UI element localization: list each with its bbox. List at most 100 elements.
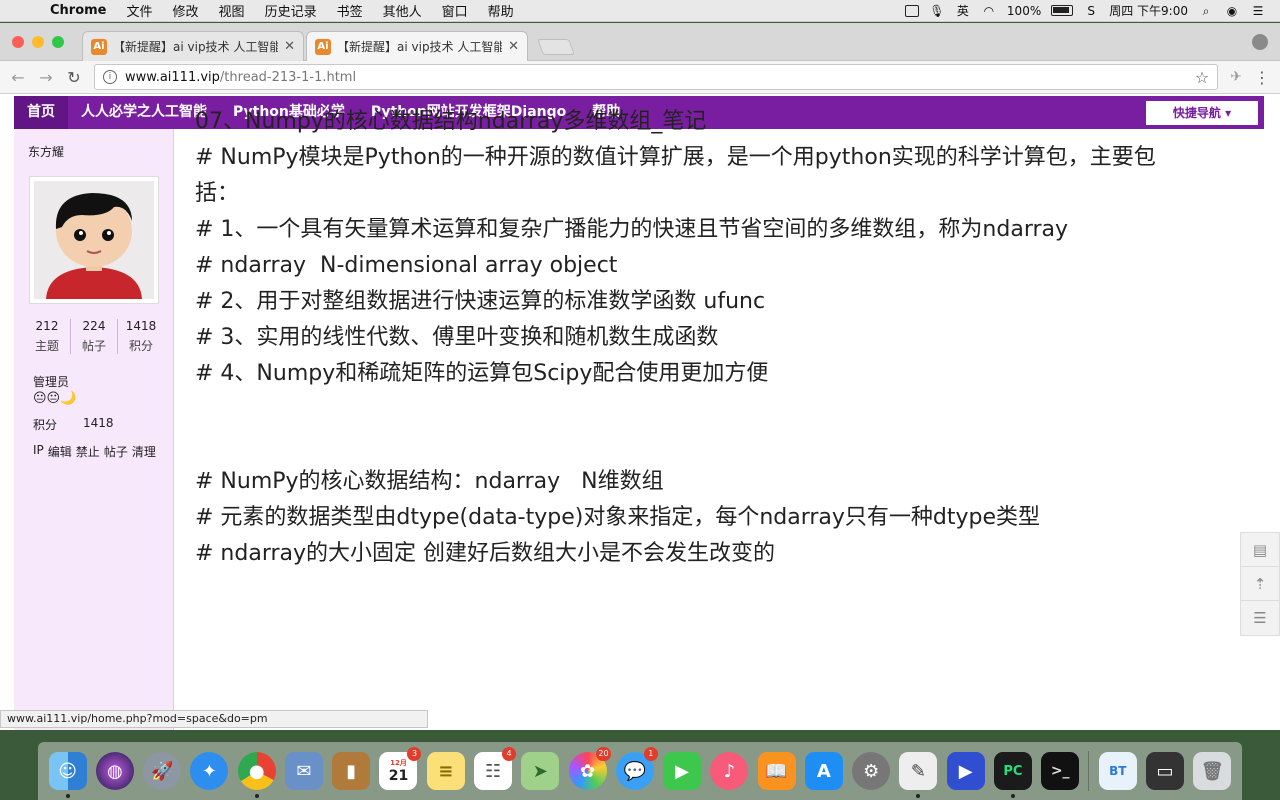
url-path: /thread-213-1-1.html: [219, 69, 357, 85]
siri-icon[interactable]: ◉: [1224, 4, 1240, 18]
screen-record-icon[interactable]: [904, 4, 919, 17]
action-clean[interactable]: 清理: [132, 443, 156, 460]
forward-arrow-icon[interactable]: →: [38, 68, 54, 87]
profile-icon[interactable]: [1252, 34, 1268, 50]
messages-badge: 1: [643, 747, 658, 761]
notification-center-icon[interactable]: ☰: [1250, 4, 1266, 18]
stat-posts[interactable]: 224 帖子: [71, 319, 118, 354]
back-to-top-icon[interactable]: ⇡: [1241, 567, 1279, 601]
rank-emoji-icons: 😐😐🌙: [33, 391, 77, 406]
web-page: 首页 人人必学之人工智能 Python基础必学 Python网站开发框架Djan…: [0, 96, 1280, 730]
running-indicator: [254, 794, 259, 798]
minimize-window-button[interactable]: [32, 36, 44, 48]
post-text-line: # 2、用于对整组数据进行快速运算的标准数学函数 ufunc: [195, 289, 766, 314]
menu-file[interactable]: 文件: [117, 1, 163, 20]
site-info-icon[interactable]: i: [103, 70, 117, 84]
action-ban[interactable]: 禁止: [76, 443, 100, 460]
battery-icon[interactable]: [1051, 5, 1074, 16]
calendar-day: 21: [388, 768, 409, 784]
reload-icon[interactable]: ↻: [66, 68, 82, 87]
pycharm-icon[interactable]: PC: [993, 752, 1032, 798]
mail-stamp-icon[interactable]: ✉: [284, 752, 323, 790]
tab-close-icon[interactable]: ✕: [508, 39, 519, 54]
points-value: 1418: [83, 416, 114, 430]
maps-icon[interactable]: ➤: [521, 752, 560, 790]
user-group-label[interactable]: 管理员: [33, 373, 69, 390]
stat-threads[interactable]: 212 主题: [24, 319, 71, 354]
menu-history[interactable]: 历史记录: [255, 1, 327, 20]
browser-tab-1[interactable]: Ai 【新提醒】ai vip技术 人工智能 ✕: [82, 31, 304, 61]
app-menu-chrome[interactable]: Chrome: [40, 3, 117, 18]
reply-comment-icon[interactable]: ▤: [1241, 533, 1279, 567]
input-method-indicator[interactable]: 英: [955, 4, 971, 18]
stat-value: 1418: [125, 319, 157, 333]
post-text-line: # NumPy的核心数据结构：ndarray N维数组: [195, 469, 664, 494]
screen-recorder-icon[interactable]: ▶: [946, 752, 985, 790]
app-status-icon[interactable]: S: [1083, 4, 1099, 18]
avatar[interactable]: [29, 176, 159, 304]
floating-tools: ▤ ⇡ ☰: [1240, 532, 1280, 636]
microphone-icon[interactable]: 🎙: [929, 4, 945, 18]
finder-icon[interactable]: ☺: [48, 752, 87, 798]
siri-dock-icon[interactable]: ◍: [95, 752, 134, 790]
nav-link-home[interactable]: 首页: [14, 96, 68, 129]
pycharm-label: PC: [1003, 763, 1023, 779]
points-row: 积分 1418: [33, 416, 114, 433]
photos-icon[interactable]: ✿ 20: [568, 747, 611, 790]
books-icon[interactable]: 📖: [757, 752, 796, 790]
terminal-icon[interactable]: >_: [1041, 752, 1080, 790]
stat-points[interactable]: 1418 积分: [118, 319, 164, 354]
extension-icon[interactable]: ✈: [1230, 69, 1242, 85]
menu-view[interactable]: 视图: [209, 1, 255, 20]
zoom-window-button[interactable]: [52, 36, 64, 48]
stat-value: 212: [35, 319, 59, 333]
menu-edit[interactable]: 修改: [163, 1, 209, 20]
music-icon[interactable]: ♪: [710, 752, 749, 790]
stat-label: 积分: [128, 339, 153, 353]
menu-bookmarks[interactable]: 书签: [327, 1, 373, 20]
menu-help[interactable]: 帮助: [478, 1, 524, 20]
bt-download-icon[interactable]: BT: [1098, 752, 1137, 790]
post-title-line: 07、Numpy的核心数据结构ndarray多维数组_笔记: [195, 109, 707, 134]
calendar-icon[interactable]: 12月 21 3: [379, 747, 422, 790]
author-name[interactable]: 东方耀: [28, 143, 64, 160]
wifi-icon[interactable]: ◠: [981, 4, 997, 18]
battery-percent[interactable]: 100%: [1007, 4, 1041, 18]
calendar-month: 12月: [390, 759, 407, 767]
system-preferences-icon[interactable]: ⚙: [852, 752, 891, 790]
launchpad-icon[interactable]: 🚀: [143, 752, 182, 790]
app-store-icon[interactable]: A: [804, 752, 843, 790]
post-text-line: # 1、一个具有矢量算术运算和复杂广播能力的快速且节省空间的多维数组，称为nda…: [195, 217, 1069, 242]
minimized-window-icon[interactable]: ▭: [1146, 752, 1184, 790]
back-arrow-icon[interactable]: ←: [10, 68, 26, 87]
facetime-icon[interactable]: ▶: [663, 752, 702, 790]
contacts-icon[interactable]: ▮: [332, 752, 371, 790]
dock-separator: [1088, 751, 1090, 791]
safari-icon[interactable]: ✦: [190, 752, 229, 790]
chrome-menu-icon[interactable]: ⋮: [1254, 68, 1270, 87]
textedit-icon[interactable]: ✎: [899, 752, 938, 798]
clock[interactable]: 周四 下午9:00: [1109, 2, 1188, 19]
menu-window[interactable]: 窗口: [432, 1, 478, 20]
notes-icon[interactable]: ≡: [426, 752, 465, 790]
trash-icon[interactable]: 🗑: [1193, 752, 1232, 790]
messages-icon[interactable]: 💬 1: [615, 747, 658, 790]
browser-tab-2[interactable]: Ai 【新提醒】ai vip技术 人工智能 ✕: [306, 31, 528, 61]
menu-people[interactable]: 其他人: [373, 1, 432, 20]
new-tab-button[interactable]: [537, 39, 575, 55]
tab-close-icon[interactable]: ✕: [284, 39, 295, 54]
macos-dock: ☺ ◍ 🚀 ✦ ● ✉ ▮ 12月 21 3 ≡ ☷ 4 ➤ ✿ 20 💬 1 ▶ ♪…: [38, 742, 1242, 800]
avatar-cartoon-icon: [34, 181, 154, 299]
list-menu-icon[interactable]: ☰: [1241, 601, 1279, 635]
points-label: 积分: [33, 418, 58, 432]
chrome-icon[interactable]: ●: [237, 752, 276, 798]
reminders-icon[interactable]: ☷ 4: [474, 747, 517, 790]
action-edit[interactable]: 编辑: [48, 443, 72, 460]
action-posts[interactable]: 帖子: [104, 443, 128, 460]
close-window-button[interactable]: [12, 36, 24, 48]
address-bar[interactable]: i www.ai111.vip/thread-213-1-1.html ☆: [94, 64, 1219, 90]
action-ip[interactable]: IP: [33, 443, 44, 460]
author-sidebar: 东方耀 212 主题 224 帖子 1418 积分 管理员 😐😐🌙 积分 141…: [14, 129, 174, 730]
spotlight-search-icon[interactable]: ⌕: [1198, 4, 1214, 18]
bookmark-star-icon[interactable]: ☆: [1195, 68, 1209, 87]
